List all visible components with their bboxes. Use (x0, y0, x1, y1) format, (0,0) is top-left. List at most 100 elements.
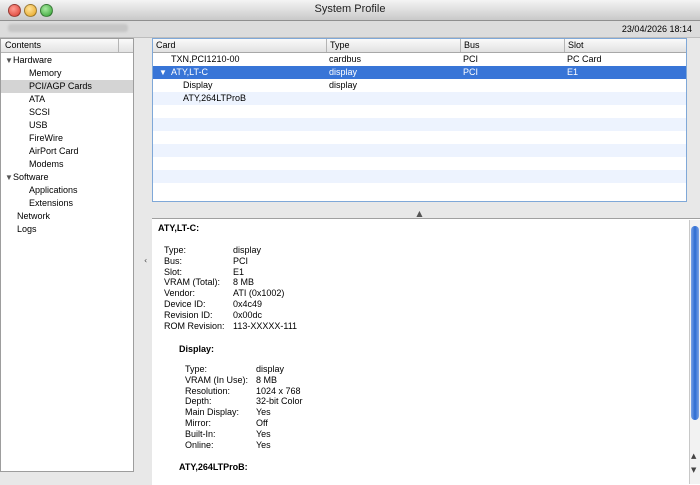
sidebar-item[interactable]: Extensions (1, 197, 133, 210)
field-value: display (256, 364, 285, 374)
cell-type: display (329, 67, 358, 77)
detail-field: Type: display (185, 364, 485, 375)
sidebar-item[interactable]: Memory (1, 67, 133, 80)
table-row (153, 170, 686, 183)
field-value: E1 (233, 266, 245, 277)
sidebar-item[interactable]: AirPort Card (1, 145, 133, 158)
cell-card: TXN,PCI1210-00 (171, 54, 240, 64)
scroll-down-arrow-icon[interactable]: ▼ (691, 466, 696, 474)
table-row[interactable]: ▼ ATY,LT-C display PCI E1 (153, 66, 686, 79)
detail-field: Built-In: Yes (185, 429, 485, 440)
table-row (153, 105, 686, 118)
sidebar-item-label: Extensions (29, 198, 74, 208)
table-row (153, 131, 686, 144)
field-value: Off (256, 418, 268, 428)
table-row (153, 144, 686, 157)
split-view-handle[interactable]: ▲ (152, 210, 687, 218)
detail-field: Depth: 32-bit Color (185, 396, 485, 407)
sidebar-item[interactable]: ▼Hardware (1, 54, 133, 67)
sidebar-item-label: Memory (29, 68, 62, 78)
sidebar-header-divider (118, 39, 119, 52)
cell-type: display (329, 80, 358, 90)
column-header-type[interactable]: Type (326, 39, 350, 52)
title-bar: System Profile (0, 0, 700, 21)
column-header-card[interactable]: Card (153, 39, 176, 52)
sidebar-item-label: ATA (29, 94, 46, 104)
table-row (153, 183, 686, 196)
sidebar-item[interactable]: USB (1, 119, 133, 132)
field-value: Yes (256, 439, 271, 450)
table-row[interactable]: ATY,264LTProB (153, 92, 686, 105)
sidebar-item-label: FireWire (29, 133, 63, 143)
sidebar-item[interactable]: ATA (1, 93, 133, 106)
sidebar-header-label: Contents (5, 40, 42, 50)
sidebar-item[interactable]: Logs (1, 223, 133, 236)
disclosure-triangle-icon[interactable]: ▼ (5, 171, 13, 184)
collapse-arrow-icon[interactable]: ‹ (144, 256, 147, 265)
sidebar-item[interactable]: Applications (1, 184, 133, 197)
detail-field: Main Display: Yes (185, 407, 485, 418)
field-value: PCI (233, 255, 249, 266)
sidebar-item-label: Software (13, 172, 49, 182)
field-value: 8 MB (233, 277, 255, 288)
detail-scrollbar[interactable]: ▲ ▼ (689, 220, 700, 484)
field-label: VRAM (In Use): (185, 374, 249, 385)
subsection-title: Display: (179, 344, 215, 354)
field-value: 32-bit Color (256, 396, 303, 407)
detail-field: Resolution: 1024 x 768 (185, 386, 485, 397)
detail-field: VRAM (Total): 8 MB (164, 277, 464, 288)
field-value: 1024 x 768 (256, 385, 301, 396)
field-label: Mirror: (185, 418, 211, 428)
table-row[interactable]: Display display (153, 79, 686, 92)
column-header-bus[interactable]: Bus (460, 39, 480, 52)
sidebar-header[interactable]: Contents (1, 39, 133, 53)
detail-title: ATY,LT-C: (158, 223, 200, 233)
field-label: Built-In: (185, 428, 216, 439)
field-value: ATI (0x1002) (233, 288, 285, 299)
cell-type: cardbus (329, 54, 362, 64)
table-row (153, 157, 686, 170)
field-label: Main Display: (185, 407, 240, 418)
sidebar-item[interactable]: SCSI (1, 106, 133, 119)
sidebar-item[interactable]: Network (1, 210, 133, 223)
window-title: System Profile (314, 3, 386, 15)
field-value: 0x4c49 (233, 299, 263, 309)
disclosure-triangle-icon[interactable]: ▼ (5, 54, 13, 67)
cell-slot: PC Card (567, 54, 602, 64)
field-value: 8 MB (256, 374, 278, 385)
sidebar-item[interactable]: FireWire (1, 132, 133, 145)
sidebar-item[interactable]: ▼Software (1, 171, 133, 184)
detail-field: Slot: E1 (164, 267, 464, 278)
detail-field: ROM Revision: 113-XXXXX-111 (164, 321, 464, 332)
sidebar: Contents ▼Hardware Memory PCI/AGP Cards ATA… (0, 38, 134, 472)
sidebar-item[interactable]: PCI/AGP Cards (1, 80, 133, 93)
sidebar-item-label: PCI/AGP Cards (29, 81, 92, 91)
field-label: Revision ID: (164, 309, 213, 320)
sidebar-item[interactable]: Modems (1, 158, 133, 171)
sidebar-item-label: Logs (17, 224, 37, 234)
table-header: Card Type Bus Slot (153, 39, 686, 53)
table-row (153, 118, 686, 131)
cell-slot: E1 (567, 67, 579, 77)
date-label: 23/04/2026 18:14 (621, 24, 692, 34)
scroll-up-arrow-icon[interactable]: ▲ (691, 452, 696, 460)
card-table: Card Type Bus Slot TXN,PCI1210-00 cardbus… (152, 38, 687, 202)
table-row[interactable]: TXN,PCI1210-00 cardbus PCI PC Card (153, 53, 686, 66)
detail-field: Bus: PCI (164, 256, 464, 267)
field-label: Resolution: (185, 385, 231, 396)
sidebar-item-label: Hardware (13, 55, 53, 65)
detail-field: Mirror: Off (185, 418, 485, 429)
field-value: Yes (256, 428, 271, 439)
sidebar-item-label: Modems (29, 159, 64, 169)
field-value: display (233, 245, 262, 255)
field-label: Type: (185, 364, 208, 374)
scrollbar-thumb[interactable] (691, 226, 699, 420)
field-label: Slot: (164, 266, 183, 277)
field-label: Vendor: (164, 288, 196, 299)
sidebar-item-label: Applications (29, 185, 78, 195)
next-section-title: ATY,264LTProB: (179, 462, 248, 472)
column-header-slot[interactable]: Slot (564, 39, 584, 52)
cell-bus: PCI (463, 54, 479, 64)
disclosure-triangle-icon[interactable]: ▼ (159, 66, 167, 79)
field-value: 0x00dc (233, 309, 263, 320)
